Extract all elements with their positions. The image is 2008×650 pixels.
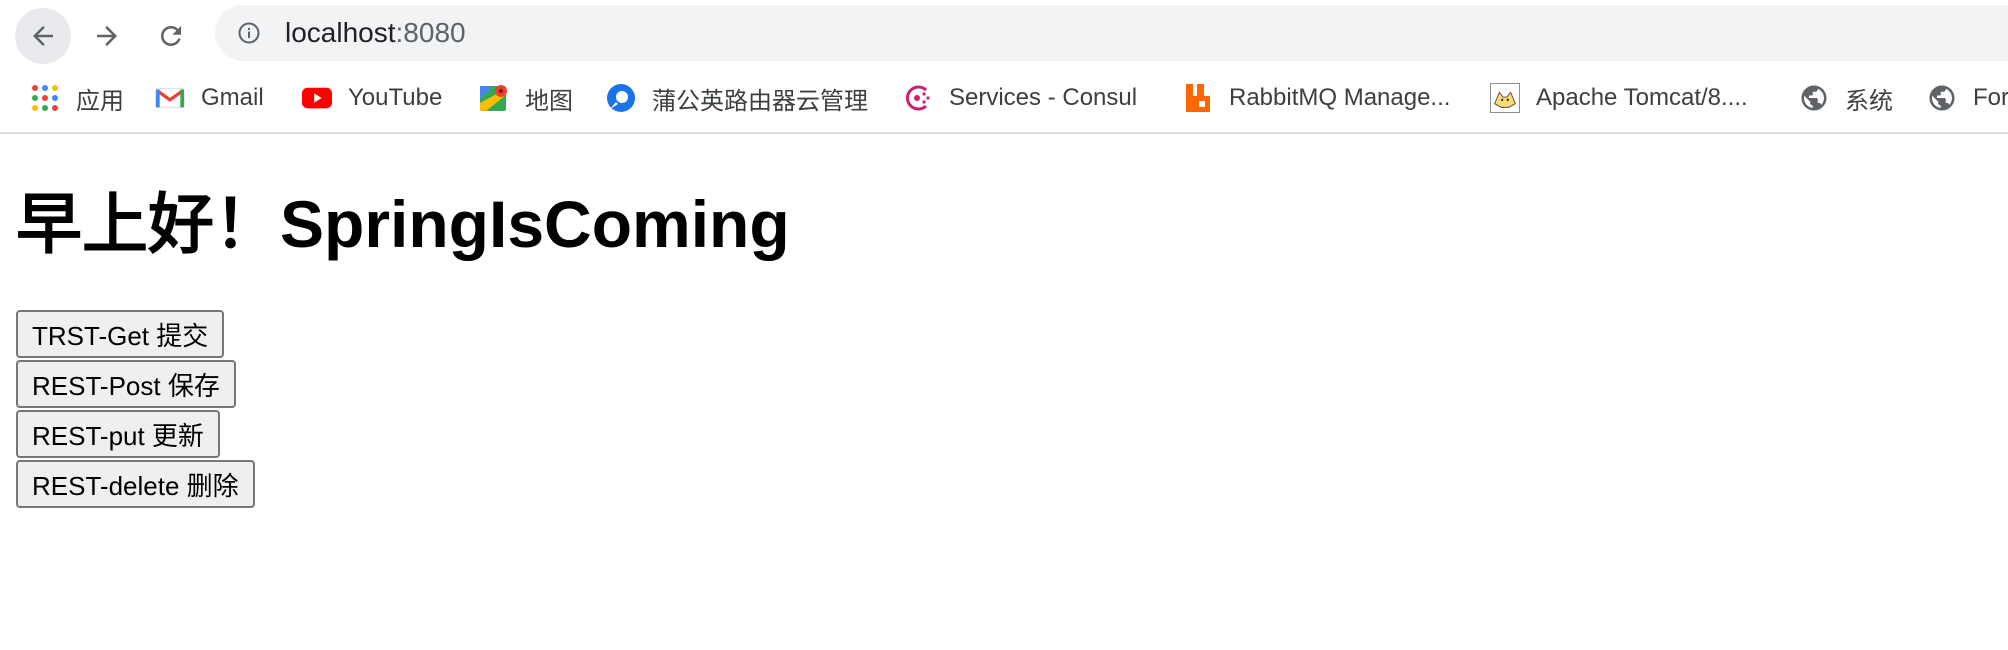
rabbitmq-icon — [1183, 83, 1213, 113]
maps-icon — [479, 83, 509, 113]
back-arrow-icon — [33, 26, 53, 46]
bookmark-rabbitmq[interactable]: RabbitMQ Manage... — [1183, 80, 1450, 116]
rest-get-submit-button[interactable]: TRST-Get 提交 — [16, 310, 225, 358]
bookmark-maps[interactable]: 地图 — [479, 80, 573, 116]
bookmark-pgy-router[interactable]: 蒲公英路由器云管理 — [606, 80, 868, 116]
bookmark-label: YouTube — [348, 84, 443, 111]
consul-icon — [903, 83, 933, 113]
url-port: :8080 — [395, 17, 466, 48]
forward-button[interactable] — [79, 8, 135, 64]
bookmarks-bar: 应用 Gmail YouTube 地图 蒲公英路由器云管理 Services -… — [0, 70, 2008, 134]
tomcat-icon — [1490, 83, 1520, 113]
bookmark-label: Gmail — [201, 84, 264, 111]
apps-grid-icon — [30, 83, 60, 113]
forward-arrow-icon — [97, 26, 117, 46]
bookmark-for[interactable]: For — [1927, 80, 2008, 116]
bookmark-tomcat[interactable]: Apache Tomcat/8.... — [1490, 80, 1748, 116]
bookmark-label: Apache Tomcat/8.... — [1536, 84, 1748, 111]
globe-icon — [1927, 83, 1957, 113]
url-host: localhost — [285, 17, 396, 48]
reload-button[interactable] — [143, 8, 199, 64]
back-button[interactable] — [15, 8, 71, 64]
bookmark-consul[interactable]: Services - Consul — [903, 80, 1137, 116]
globe-icon — [1799, 83, 1829, 113]
browser-toolbar: localhost:8080 — [0, 0, 2008, 64]
bookmark-label: Services - Consul — [949, 84, 1138, 111]
reload-icon — [161, 26, 181, 46]
rest-put-update-button[interactable]: REST-put 更新 — [16, 410, 220, 458]
info-icon[interactable] — [237, 21, 261, 45]
page-title: 早上好！SpringIsComing — [16, 187, 790, 261]
bookmark-youtube[interactable]: YouTube — [302, 80, 442, 116]
bookmark-label: 地图 — [525, 87, 573, 115]
bookmark-system[interactable]: 系统 — [1799, 80, 1893, 116]
address-bar[interactable]: localhost:8080 — [215, 5, 2008, 61]
pgy-router-icon — [606, 83, 636, 113]
bookmark-gmail[interactable]: Gmail — [155, 80, 264, 116]
bookmark-label: 蒲公英路由器云管理 — [652, 87, 868, 115]
bookmark-label: RabbitMQ Manage... — [1229, 84, 1451, 111]
bookmark-apps[interactable]: 应用 — [30, 80, 124, 116]
page-content: 早上好！SpringIsComing TRST-Get 提交 REST-Post… — [0, 134, 2008, 650]
bookmark-label: For — [1973, 84, 2008, 111]
bookmark-label: 系统 — [1845, 87, 1893, 115]
rest-post-save-button[interactable]: REST-Post 保存 — [16, 360, 236, 408]
bookmark-label: 应用 — [76, 87, 124, 115]
url-text[interactable]: localhost:8080 — [285, 19, 466, 47]
gmail-icon — [155, 83, 185, 113]
youtube-icon — [302, 83, 332, 113]
rest-delete-button[interactable]: REST-delete 删除 — [16, 460, 255, 508]
